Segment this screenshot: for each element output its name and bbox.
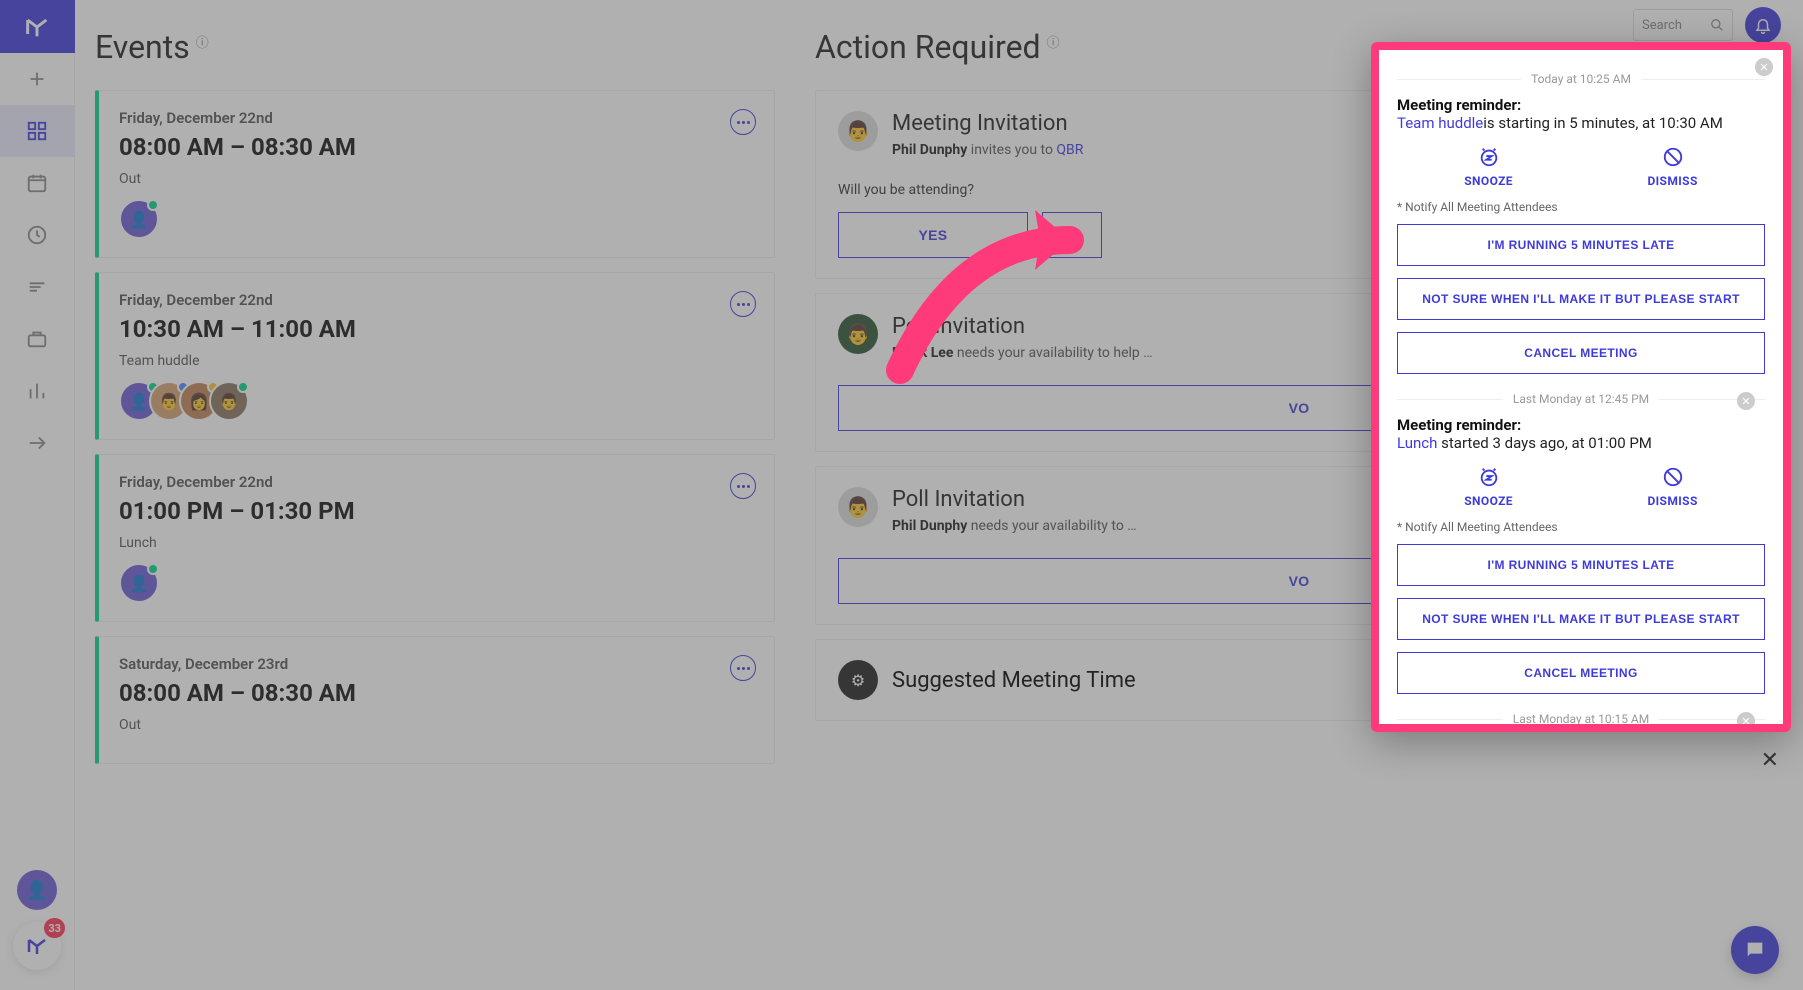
close-icon[interactable]: ✕: [1755, 58, 1773, 76]
late-button[interactable]: I'M RUNNING 5 MINUTES LATE: [1397, 224, 1765, 266]
cancel-meeting-button[interactable]: CANCEL MEETING: [1397, 332, 1765, 374]
notification-popover: ✕ Today at 10:25 AM Meeting reminder: Te…: [1371, 42, 1791, 732]
start-without-me-button[interactable]: NOT SURE WHEN I'LL MAKE IT BUT PLEASE ST…: [1397, 278, 1765, 320]
notify-label: * Notify All Meeting Attendees: [1397, 200, 1765, 214]
late-button[interactable]: I'M RUNNING 5 MINUTES LATE: [1397, 544, 1765, 586]
close-icon[interactable]: ✕: [1737, 392, 1755, 410]
reminder-text: Lunch started 3 days ago, at 01:00 PM: [1397, 434, 1765, 452]
snooze-button[interactable]: SNOOZE: [1464, 146, 1513, 188]
start-without-me-button[interactable]: NOT SURE WHEN I'LL MAKE IT BUT PLEASE ST…: [1397, 598, 1765, 640]
dismiss-icon: [1662, 466, 1684, 488]
notification-timestamp: Last Monday at 12:45 PM: [1513, 392, 1649, 406]
meeting-link[interactable]: Lunch: [1397, 434, 1437, 452]
notification-timestamp: Last Monday at 10:15 AM: [1513, 712, 1650, 724]
snooze-icon: [1478, 466, 1500, 488]
reminder-text: Team huddleis starting in 5 minutes, at …: [1397, 114, 1765, 132]
dismiss-button[interactable]: DISMISS: [1647, 146, 1697, 188]
meeting-link[interactable]: Team huddle: [1397, 114, 1483, 132]
notification-timestamp: Today at 10:25 AM: [1531, 72, 1631, 86]
close-icon[interactable]: ✕: [1737, 712, 1755, 724]
snooze-button[interactable]: SNOOZE: [1464, 466, 1513, 508]
reminder-heading: Meeting reminder:: [1397, 96, 1765, 114]
snooze-icon: [1478, 146, 1500, 168]
cancel-meeting-button[interactable]: CANCEL MEETING: [1397, 652, 1765, 694]
dismiss-button[interactable]: DISMISS: [1647, 466, 1697, 508]
reminder-heading: Meeting reminder:: [1397, 416, 1765, 434]
dismiss-icon: [1662, 146, 1684, 168]
notify-label: * Notify All Meeting Attendees: [1397, 520, 1765, 534]
